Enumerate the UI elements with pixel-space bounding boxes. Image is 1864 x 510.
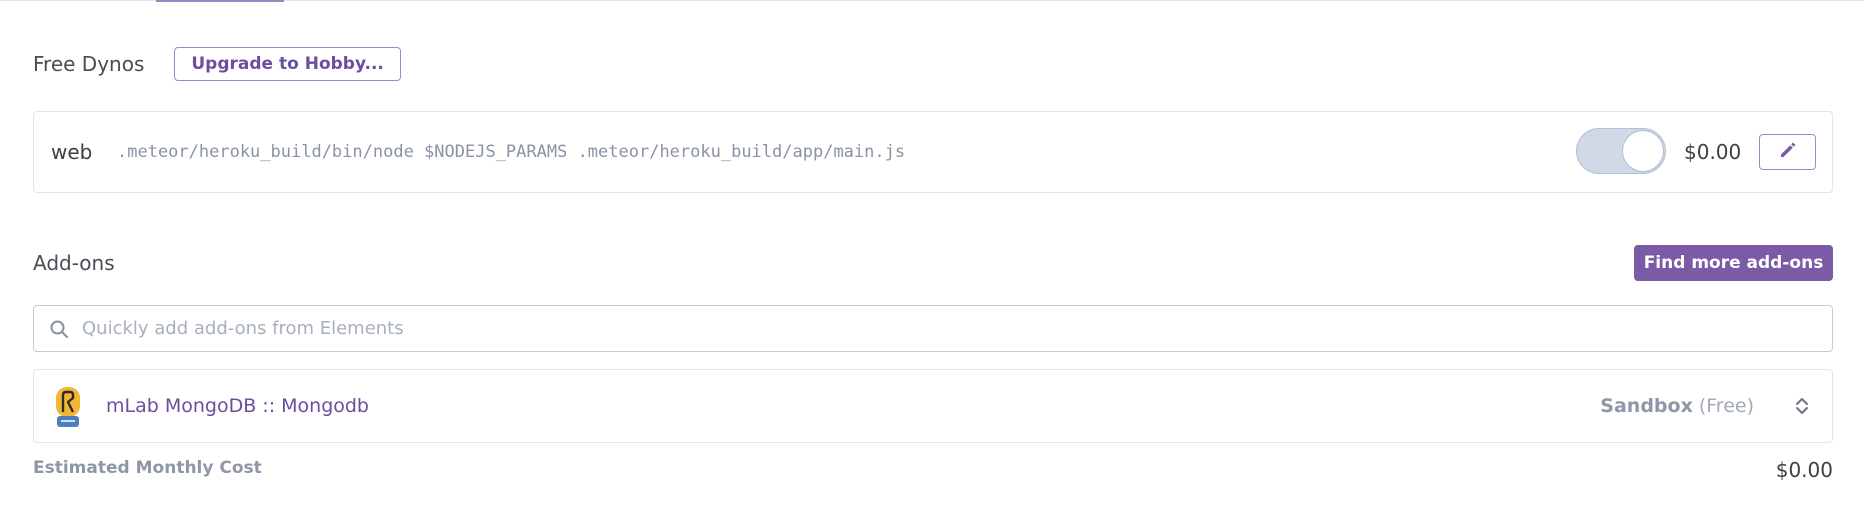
addon-name-link[interactable]: mLab MongoDB :: Mongodb	[106, 370, 369, 442]
dynos-header: Free Dynos Upgrade to Hobby...	[33, 46, 401, 82]
addon-plan-tier: (Free)	[1698, 395, 1754, 417]
edit-dyno-button[interactable]	[1759, 134, 1816, 170]
pencil-icon	[1778, 140, 1798, 164]
addon-plan: Sandbox (Free)	[1600, 370, 1754, 442]
dyno-command: .meteor/heroku_build/bin/node $NODEJS_PA…	[117, 142, 906, 162]
estimated-cost-value: $0.00	[1775, 458, 1833, 482]
chevron-up-down-icon[interactable]	[1792, 395, 1812, 417]
addon-plan-name: Sandbox	[1600, 395, 1693, 417]
find-more-addons-button[interactable]: Find more add-ons	[1634, 245, 1833, 281]
dyno-price: $0.00	[1684, 140, 1742, 164]
search-icon	[48, 318, 70, 340]
active-tab-indicator	[156, 0, 284, 2]
addons-header: Add-ons	[33, 245, 115, 281]
toggle-knob	[1622, 130, 1664, 172]
mlab-logo-icon	[55, 386, 81, 428]
estimated-cost-label: Estimated Monthly Cost	[33, 458, 262, 478]
dynos-section-title: Free Dynos	[33, 52, 145, 76]
addon-search-input[interactable]	[80, 317, 1832, 340]
dyno-process-card: web .meteor/heroku_build/bin/node $NODEJ…	[33, 111, 1833, 193]
dyno-type-label: web	[51, 140, 93, 164]
dyno-toggle-switch[interactable]	[1576, 128, 1666, 174]
upgrade-to-hobby-button[interactable]: Upgrade to Hobby...	[174, 47, 401, 81]
addon-search-box[interactable]	[33, 305, 1833, 352]
addon-list-item: mLab MongoDB :: Mongodb Sandbox (Free)	[33, 369, 1833, 443]
addons-section-title: Add-ons	[33, 251, 115, 275]
